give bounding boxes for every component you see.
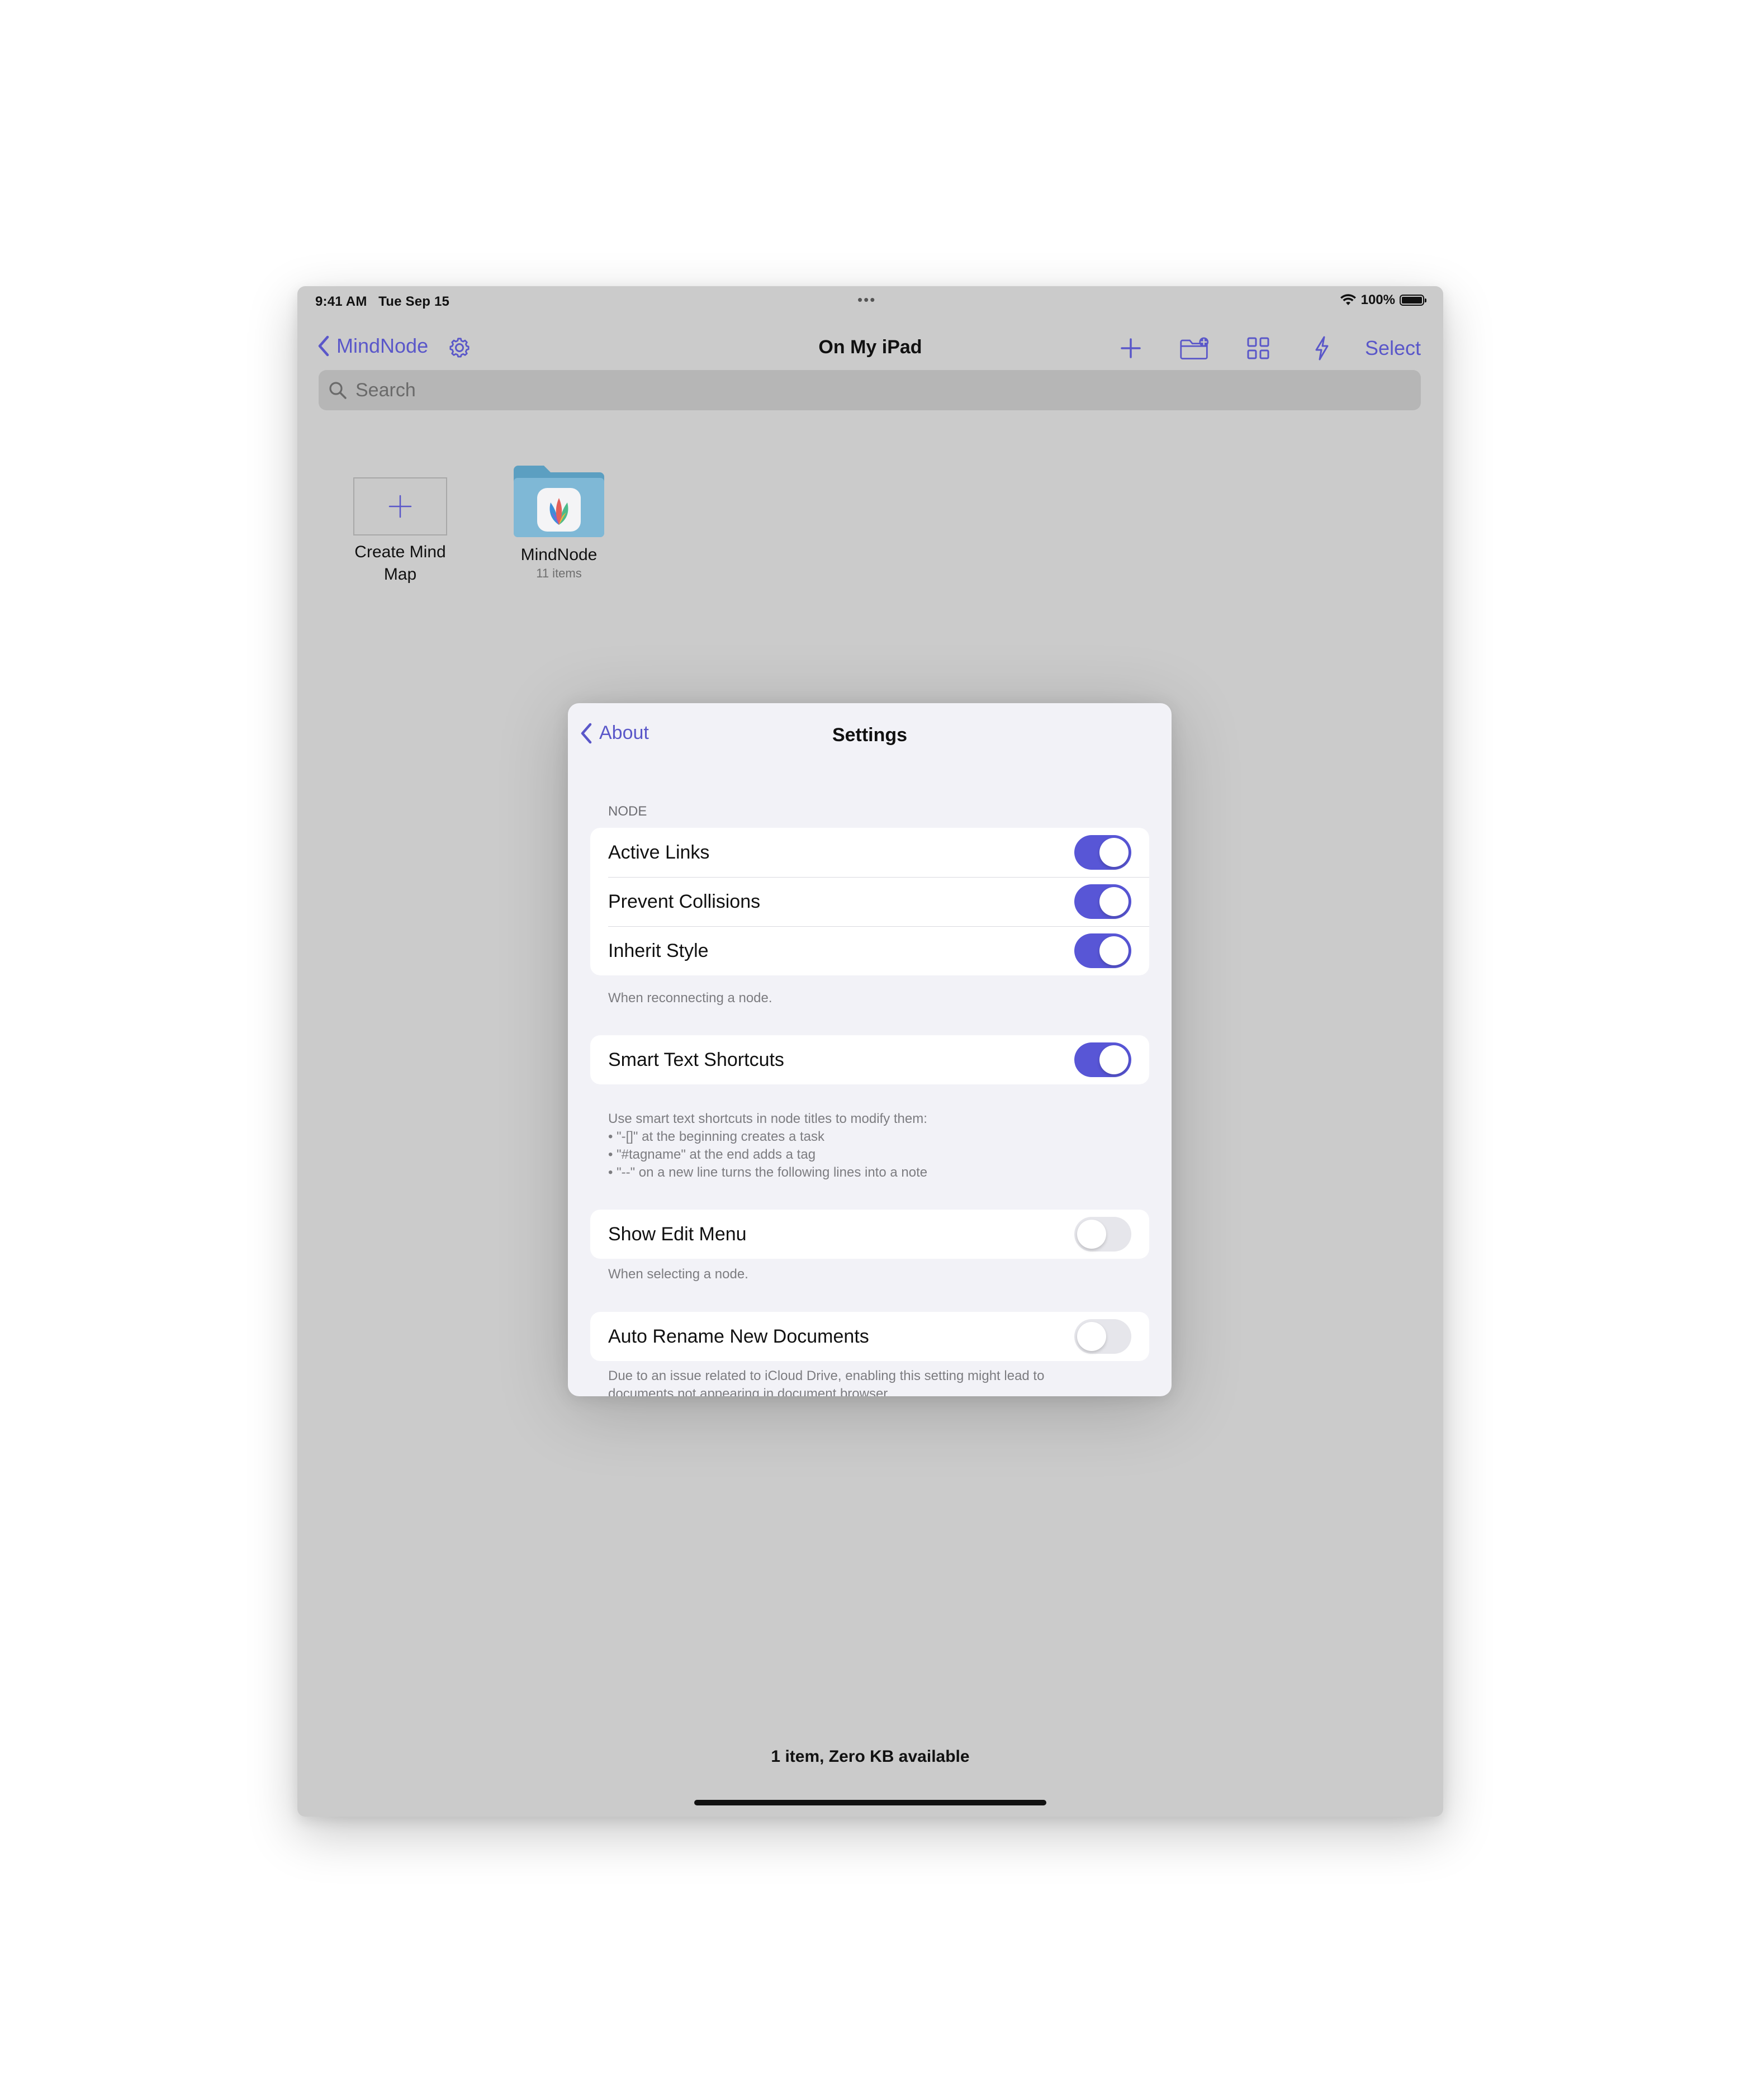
- lightning-icon: [1315, 336, 1329, 361]
- auto-rename-footnote-line: documents not appearing in document brow…: [608, 1386, 891, 1396]
- multitasking-dots[interactable]: •••: [857, 292, 876, 307]
- storage-summary: 1 item, Zero KB available: [771, 1747, 970, 1766]
- about-back-button[interactable]: About: [580, 722, 649, 744]
- inherit-style-row: Inherit Style: [590, 926, 1149, 975]
- grid-view-button[interactable]: [1243, 333, 1273, 363]
- settings-title: Settings: [832, 724, 908, 746]
- select-button[interactable]: Select: [1365, 336, 1421, 360]
- edit-menu-group: Show Edit Menu: [590, 1210, 1149, 1259]
- auto-rename-footnote: Due to an issue related to iCloud Drive,…: [608, 1367, 1134, 1396]
- status-time: 9:41 AM Tue Sep 15: [315, 294, 449, 310]
- chevron-left-icon: [581, 723, 592, 743]
- ipad-screen: 9:41 AM Tue Sep 15 ••• 100% MindNode On …: [297, 286, 1443, 1817]
- node-settings-group: Active Links Prevent Collisions Inherit …: [590, 828, 1149, 975]
- back-button[interactable]: MindNode: [317, 334, 428, 358]
- active-links-toggle[interactable]: [1074, 835, 1131, 870]
- auto-rename-toggle[interactable]: [1074, 1319, 1131, 1354]
- auto-rename-footnote-line: Due to an issue related to iCloud Drive,…: [608, 1368, 1045, 1383]
- add-button[interactable]: [1116, 333, 1146, 363]
- smart-text-label: Smart Text Shortcuts: [608, 1049, 784, 1070]
- battery-percentage: 100%: [1360, 292, 1395, 307]
- show-edit-menu-toggle[interactable]: [1074, 1217, 1131, 1252]
- folder-icon[interactable]: [511, 462, 606, 538]
- auto-rename-row: Auto Rename New Documents: [590, 1312, 1149, 1361]
- auto-rename-label: Auto Rename New Documents: [608, 1325, 869, 1347]
- battery-icon: [1400, 295, 1426, 306]
- search-icon: [329, 382, 347, 399]
- status-bar: 9:41 AM Tue Sep 15 ••• 100%: [297, 286, 1443, 317]
- settings-nav-bar: About Settings: [568, 703, 1172, 765]
- new-folder-button[interactable]: [1179, 333, 1210, 363]
- grid-view-icon: [1247, 337, 1269, 359]
- create-mind-map-label: Create Mind Map: [354, 543, 446, 584]
- search-bar[interactable]: [319, 370, 1421, 410]
- plus-icon: [388, 495, 412, 518]
- folder-graphic: [514, 466, 604, 537]
- edit-menu-footnote: When selecting a node.: [608, 1267, 748, 1282]
- smart-text-footnote-line: • "-[]" at the beginning creates a task: [608, 1129, 824, 1144]
- about-back-label: About: [599, 722, 649, 743]
- quick-actions-button[interactable]: [1307, 333, 1337, 363]
- create-mind-map-item[interactable]: Create Mind Map: [344, 477, 456, 586]
- wifi-icon: [1340, 294, 1356, 305]
- folder-name: MindNode: [520, 546, 598, 564]
- smart-text-footnote: Use smart text shortcuts in node titles …: [608, 1110, 1134, 1182]
- back-button-label: MindNode: [336, 334, 429, 357]
- settings-modal: About Settings NODE Active Links Prevent…: [568, 703, 1172, 1396]
- smart-text-footnote-line: • "--" on a new line turns the following…: [608, 1165, 928, 1180]
- prevent-collisions-toggle[interactable]: [1074, 884, 1131, 919]
- status-time-text: 9:41 AM: [315, 294, 367, 309]
- smart-text-footnote-line: Use smart text shortcuts in node titles …: [608, 1111, 927, 1126]
- plus-icon: [1121, 338, 1141, 358]
- active-links-label: Active Links: [608, 841, 710, 863]
- gear-icon[interactable]: [447, 335, 472, 360]
- inherit-style-toggle[interactable]: [1074, 933, 1131, 968]
- smart-text-group: Smart Text Shortcuts: [590, 1035, 1149, 1084]
- chevron-left-icon: [318, 335, 329, 357]
- smart-text-footnote-line: • "#tagname" at the end adds a tag: [608, 1147, 816, 1162]
- toolbar-actions: Select: [1082, 333, 1421, 363]
- status-date-text: Tue Sep 15: [378, 294, 450, 309]
- auto-rename-group: Auto Rename New Documents: [590, 1312, 1149, 1361]
- smart-text-toggle[interactable]: [1074, 1042, 1131, 1077]
- navigation-bar: MindNode On My iPad Select: [297, 326, 1443, 371]
- search-input[interactable]: [354, 378, 1363, 402]
- show-edit-menu-row: Show Edit Menu: [590, 1210, 1149, 1259]
- inherit-style-footnote: When reconnecting a node.: [608, 990, 772, 1006]
- folder-item-count: 11 items: [536, 566, 582, 580]
- inherit-style-label: Inherit Style: [608, 940, 709, 961]
- home-indicator[interactable]: [694, 1800, 1046, 1805]
- node-section-header: NODE: [608, 804, 647, 819]
- active-links-row: Active Links: [590, 828, 1149, 877]
- status-right: 100%: [1340, 292, 1426, 308]
- show-edit-menu-label: Show Edit Menu: [608, 1223, 747, 1245]
- prevent-collisions-label: Prevent Collisions: [608, 890, 761, 912]
- mindnode-folder-item[interactable]: MindNode 11 items: [503, 462, 615, 581]
- smart-text-row: Smart Text Shortcuts: [590, 1035, 1149, 1084]
- new-folder-icon: [1180, 337, 1209, 360]
- prevent-collisions-row: Prevent Collisions: [590, 877, 1149, 926]
- create-mind-map-tile[interactable]: [353, 477, 447, 535]
